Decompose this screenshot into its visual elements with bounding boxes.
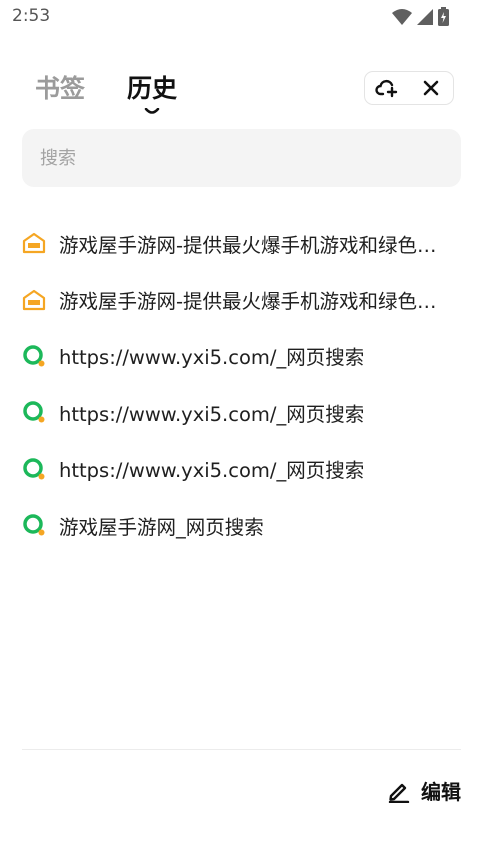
history-list: 游戏屋手游网-提供最火爆手机游戏和绿色手游下载 游戏屋手游网-提供最火爆手机游戏… bbox=[0, 215, 483, 553]
close-icon bbox=[423, 80, 439, 96]
history-item[interactable]: 游戏屋手游网_网页搜索 bbox=[0, 497, 483, 553]
history-item-title: 游戏屋手游网_网页搜索 bbox=[59, 515, 264, 539]
active-tab-indicator bbox=[144, 108, 160, 114]
signal-icon bbox=[416, 8, 434, 30]
history-item-title: https://www.yxi5.com/_网页搜索 bbox=[59, 346, 365, 370]
history-item[interactable]: https://www.yxi5.com/_网页搜索 bbox=[0, 441, 483, 497]
header-actions bbox=[364, 71, 454, 105]
search-ring-favicon-icon bbox=[22, 344, 46, 368]
history-item[interactable]: 游戏屋手游网-提供最火爆手机游戏和绿色手游下载 bbox=[0, 271, 483, 327]
tab-bookmarks-label: 书签 bbox=[35, 74, 86, 103]
edit-button[interactable]: 编辑 bbox=[387, 776, 461, 805]
history-item[interactable]: https://www.yxi5.com/_网页搜索 bbox=[0, 384, 483, 440]
pencil-icon bbox=[388, 783, 410, 803]
wifi-icon bbox=[392, 8, 412, 30]
close-button[interactable] bbox=[411, 73, 451, 103]
battery-icon bbox=[438, 7, 449, 30]
tab-history[interactable]: 历史 bbox=[127, 72, 178, 114]
search-ring-favicon-icon bbox=[22, 400, 46, 424]
history-item-title: 游戏屋手游网-提供最火爆手机游戏和绿色手游下载 bbox=[59, 233, 447, 257]
status-icons bbox=[392, 7, 449, 30]
history-item[interactable]: 游戏屋手游网-提供最火爆手机游戏和绿色手游下载 bbox=[0, 215, 483, 271]
search-ring-favicon-icon bbox=[22, 513, 46, 537]
search-input[interactable] bbox=[22, 129, 461, 187]
cloud-add-icon bbox=[375, 79, 398, 98]
status-bar: 2:53 bbox=[0, 0, 483, 34]
footer-divider bbox=[22, 749, 461, 750]
house-favicon-icon bbox=[22, 288, 46, 312]
search-ring-favicon-icon bbox=[22, 457, 46, 481]
tab-history-label: 历史 bbox=[127, 74, 178, 103]
tab-bar: 书签 历史 bbox=[35, 72, 178, 114]
house-favicon-icon bbox=[22, 231, 46, 255]
tab-bookmarks[interactable]: 书签 bbox=[35, 72, 85, 106]
history-item-title: https://www.yxi5.com/_网页搜索 bbox=[59, 402, 365, 426]
history-item-title: 游戏屋手游网-提供最火爆手机游戏和绿色手游下载 bbox=[59, 290, 447, 314]
add-to-cloud-button[interactable] bbox=[367, 73, 407, 103]
status-time: 2:53 bbox=[12, 6, 51, 26]
history-item-title: https://www.yxi5.com/_网页搜索 bbox=[59, 459, 365, 483]
history-item[interactable]: https://www.yxi5.com/_网页搜索 bbox=[0, 328, 483, 384]
edit-label: 编辑 bbox=[421, 780, 461, 804]
